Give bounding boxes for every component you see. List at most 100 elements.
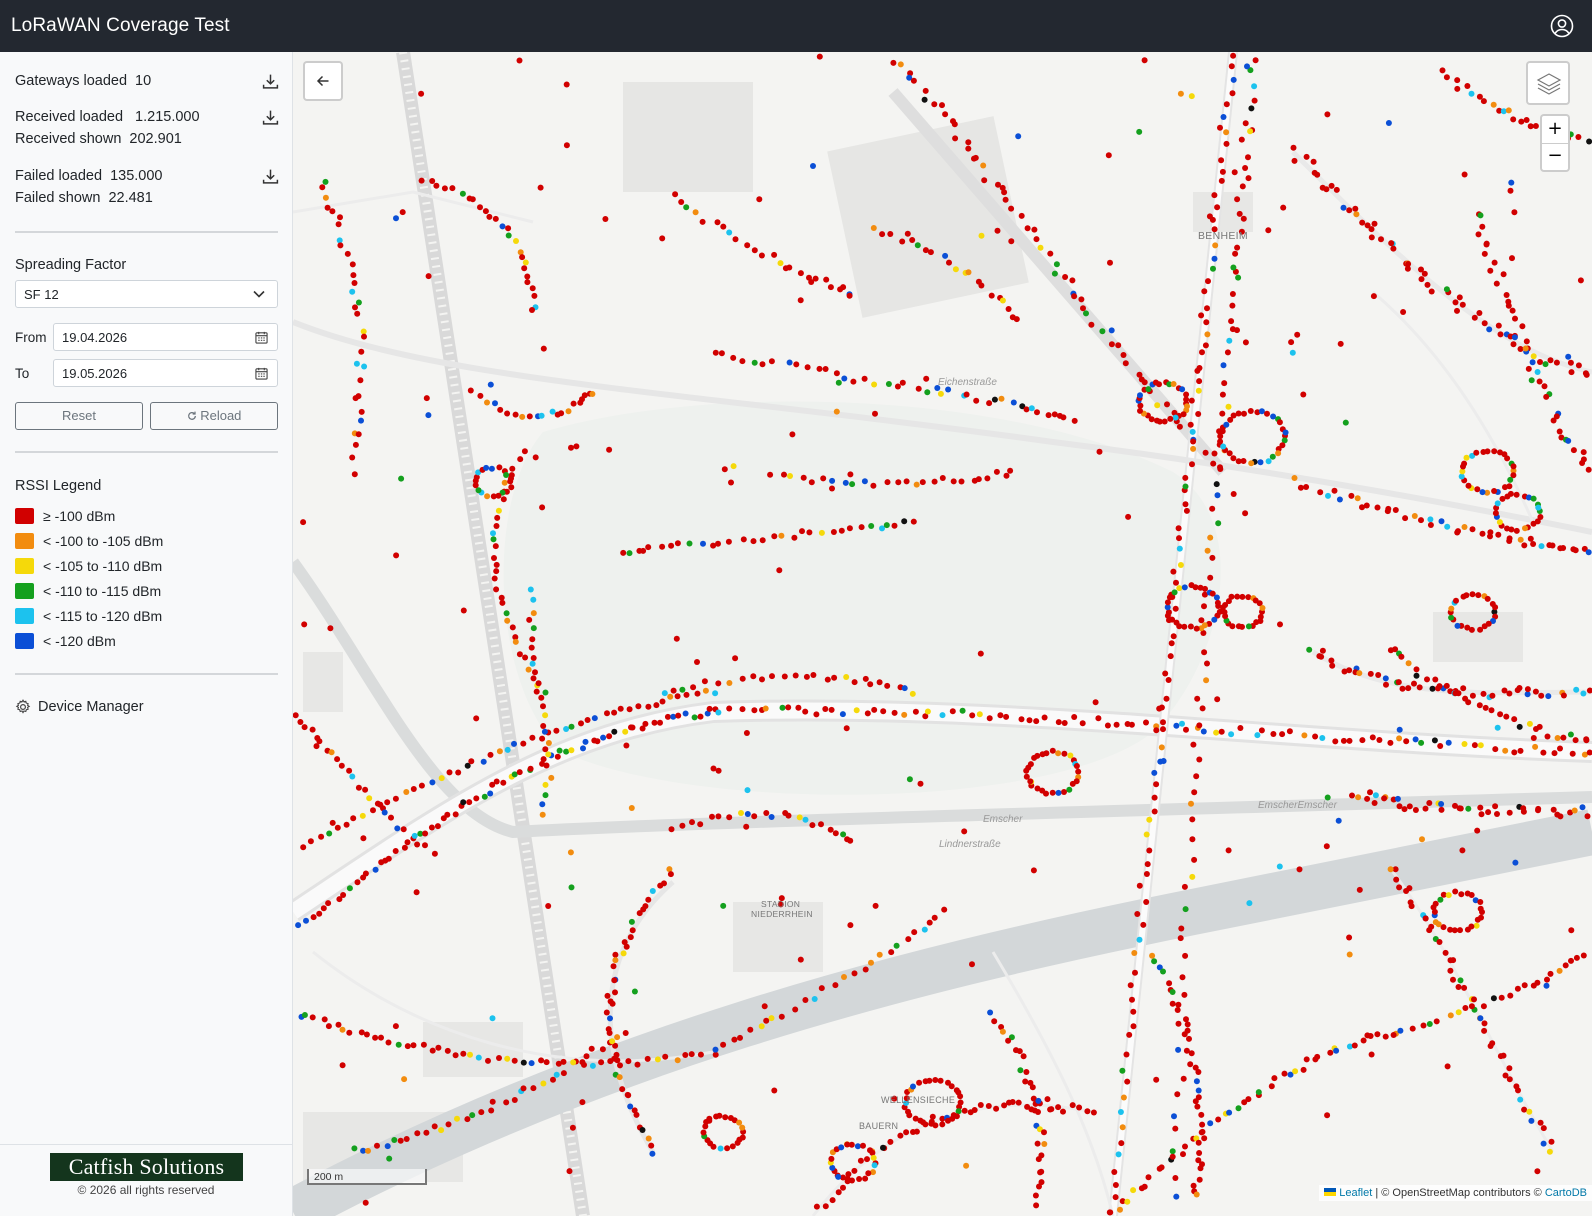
user-circle-icon[interactable] <box>1550 14 1574 38</box>
to-date-input[interactable]: 19.05.2026 <box>53 359 278 387</box>
rssi-point <box>743 823 750 830</box>
rssi-point <box>664 713 671 720</box>
rssi-point <box>446 769 453 776</box>
rssi-point <box>973 397 980 404</box>
rssi-point <box>720 902 727 909</box>
rssi-point <box>599 1046 606 1053</box>
rssi-point <box>1422 915 1429 922</box>
rssi-point <box>381 809 388 816</box>
download-gateways-icon[interactable] <box>262 73 279 90</box>
rssi-point <box>1523 338 1530 345</box>
rssi-point <box>1195 411 1202 417</box>
spreading-factor-select[interactable]: SF 12 <box>15 280 278 308</box>
rssi-point <box>810 672 817 678</box>
rssi-point <box>539 811 546 818</box>
rssi-point <box>1051 270 1058 277</box>
rssi-point <box>1183 726 1189 733</box>
rssi-point <box>914 242 921 249</box>
from-date-input[interactable]: 19.04.2026 <box>53 323 278 351</box>
rssi-point <box>1463 592 1470 599</box>
rssi-point <box>413 889 420 896</box>
rssi-point <box>321 1016 328 1023</box>
rssi-point <box>1480 1003 1487 1010</box>
rssi-point <box>924 389 931 396</box>
rssi-point <box>781 471 787 478</box>
download-received-icon[interactable] <box>262 109 279 126</box>
rssi-point <box>1573 954 1580 961</box>
rssi-point <box>1167 653 1174 660</box>
rssi-point <box>840 284 847 291</box>
rssi-point <box>532 669 538 676</box>
reload-button[interactable]: Reload <box>150 402 278 430</box>
rssi-point <box>1112 1194 1119 1201</box>
rssi-point <box>1112 1182 1119 1188</box>
rssi-point <box>730 354 737 361</box>
rssi-point <box>542 792 549 799</box>
calendar-icon[interactable] <box>255 331 268 344</box>
rssi-point <box>1500 1052 1507 1059</box>
rssi-point <box>1137 392 1143 399</box>
rssi-point <box>435 1044 442 1051</box>
rssi-point <box>580 745 586 752</box>
rssi-point <box>1228 593 1235 600</box>
rssi-point <box>339 1026 346 1033</box>
rssi-point <box>1015 133 1022 140</box>
rssi-point <box>1464 83 1471 89</box>
rssi-point <box>1235 410 1242 417</box>
rssi-point <box>498 594 505 601</box>
layers-button[interactable] <box>1526 61 1570 105</box>
rssi-point <box>604 992 611 999</box>
rssi-point <box>1579 460 1586 466</box>
reset-button[interactable]: Reset <box>15 402 143 430</box>
rssi-point <box>1257 459 1264 466</box>
coverage-map[interactable]: Emscher EmscherEmscher Lindnerstraße Eic… <box>293 52 1592 1216</box>
download-failed-icon[interactable] <box>262 168 279 185</box>
rssi-point <box>1516 685 1523 691</box>
rssi-point <box>1170 381 1177 387</box>
zoom-out-button[interactable]: − <box>1542 143 1568 170</box>
rssi-point <box>1570 447 1577 454</box>
rssi-point <box>444 1047 451 1054</box>
rssi-point <box>1494 811 1500 817</box>
rssi-point <box>963 391 970 398</box>
rssi-point <box>542 781 549 788</box>
rssi-point <box>1202 449 1209 456</box>
rssi-point <box>1492 604 1499 611</box>
rssi-point <box>700 540 706 547</box>
rssi-point <box>751 707 758 714</box>
zoom-in-button[interactable]: + <box>1542 116 1568 144</box>
rssi-point <box>1459 301 1466 308</box>
rssi-point <box>744 787 751 794</box>
rssi-point <box>895 479 902 486</box>
rssi-point <box>1582 370 1589 377</box>
rssi-point <box>1151 808 1158 815</box>
rssi-point <box>549 408 556 415</box>
rssi-point <box>1508 179 1515 186</box>
rssi-point <box>1268 1083 1275 1090</box>
footer-divider <box>0 1144 292 1145</box>
rssi-point <box>734 1139 741 1146</box>
rssi-point <box>1182 906 1189 913</box>
collapse-sidebar-button[interactable] <box>303 61 343 101</box>
rssi-point <box>861 478 868 485</box>
calendar-icon[interactable] <box>255 367 268 380</box>
rssi-point <box>532 454 539 461</box>
rssi-point <box>1371 220 1378 227</box>
rssi-point <box>818 821 824 828</box>
cartodb-link[interactable]: CartoDB <box>1545 1187 1587 1199</box>
rssi-point <box>827 284 834 291</box>
rssi-point <box>958 478 965 485</box>
rssi-point <box>928 1120 935 1127</box>
rssi-point <box>464 1116 471 1123</box>
rssi-point <box>301 621 308 628</box>
rssi-point <box>570 400 577 407</box>
rssi-point <box>418 90 425 97</box>
leaflet-link[interactable]: Leaflet <box>1339 1187 1372 1199</box>
rssi-point <box>1143 871 1150 877</box>
rssi-point <box>1319 647 1326 654</box>
rssi-point <box>1506 1076 1513 1083</box>
rssi-point <box>1459 847 1466 854</box>
rssi-point <box>1507 476 1514 483</box>
rssi-point <box>539 735 546 742</box>
rssi-point <box>1507 187 1514 194</box>
